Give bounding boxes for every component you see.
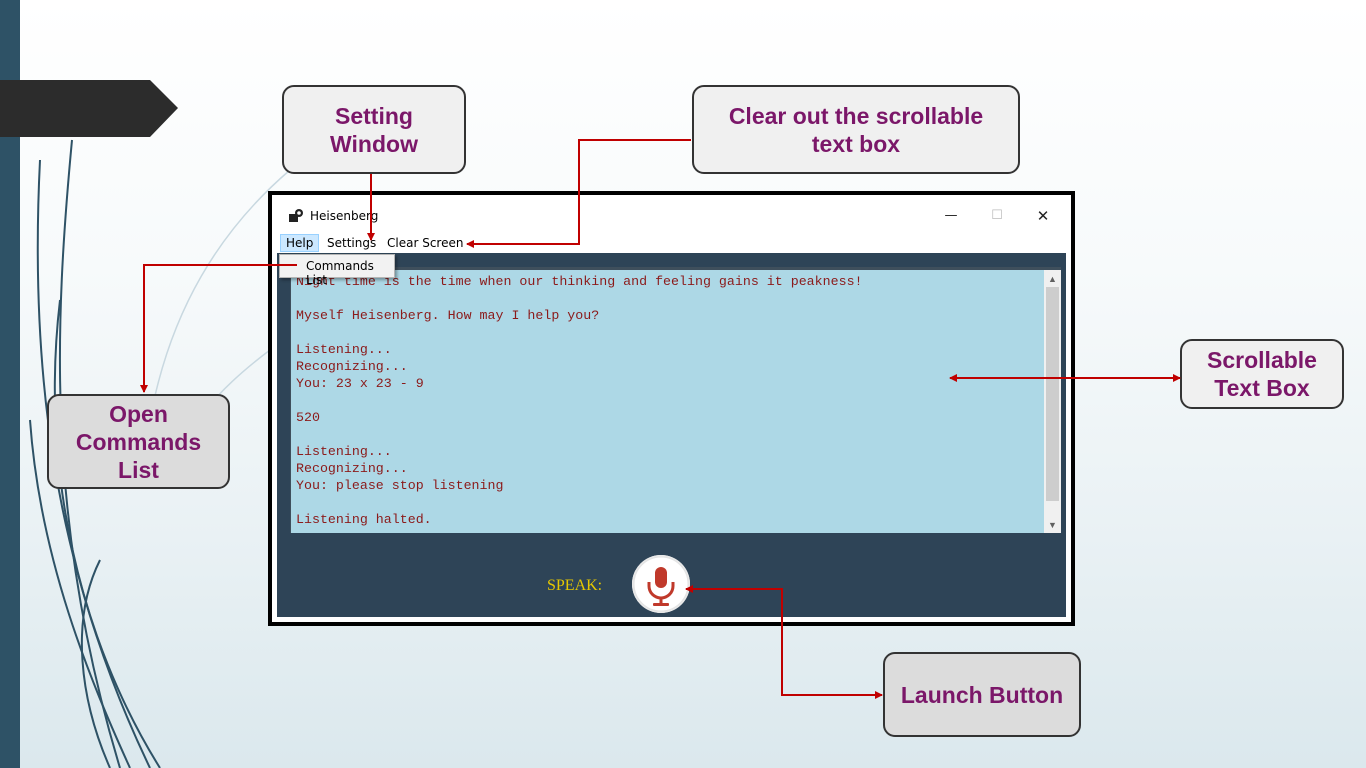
arrow-launch [685,585,883,699]
annotation-arrows [140,139,1181,699]
arrow-clear-screen [466,139,691,248]
arrow-commands-list [140,264,297,393]
